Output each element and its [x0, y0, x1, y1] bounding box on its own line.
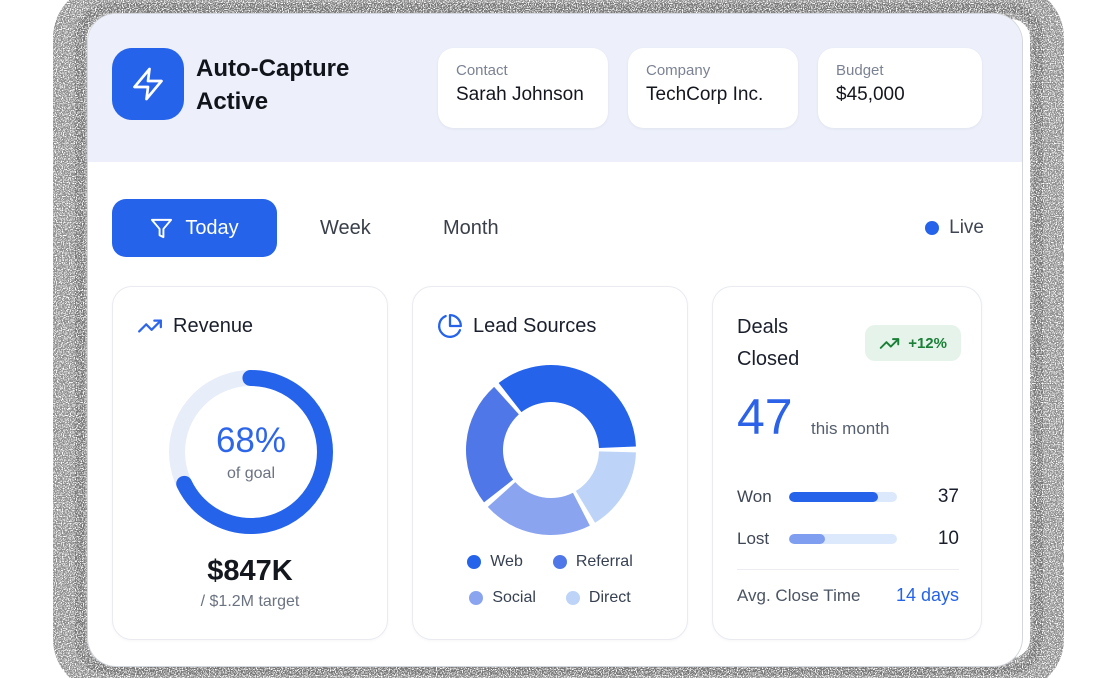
- won-bar-track: [789, 492, 897, 502]
- growth-badge: +12%: [865, 325, 961, 361]
- company-chip: Company TechCorp Inc.: [628, 48, 798, 128]
- lost-bar-fill: [789, 534, 825, 544]
- lead-sources-donut: [461, 360, 641, 540]
- won-row: Won 37: [737, 486, 959, 507]
- avg-close-time-value: 14 days: [895, 585, 959, 605]
- legend-dot-social: [469, 591, 484, 605]
- tab-today[interactable]: Today: [112, 199, 277, 257]
- donut-legend-row-1: Web Referral: [413, 553, 687, 571]
- legend-item-social: Social: [469, 589, 536, 607]
- dashboard-panel: Auto-Capture Active Contact Sarah Johnso…: [88, 14, 1022, 666]
- lost-bar-track: [789, 534, 897, 544]
- donut-legend-row-2: Social Direct: [413, 589, 687, 607]
- company-value: TechCorp Inc.: [646, 84, 764, 105]
- lead-sources-card: Lead Sources Web Referral Social Direct: [412, 286, 688, 640]
- revenue-percent: 68%: [215, 421, 287, 460]
- won-bar-fill: [789, 492, 878, 502]
- legend-label-direct: Direct: [588, 589, 631, 606]
- revenue-card-title: Revenue: [173, 314, 254, 337]
- revenue-percent-sub: of goal: [226, 465, 276, 482]
- won-label: Won: [737, 487, 772, 506]
- auto-capture-tile: [112, 48, 184, 120]
- trending-up-green-icon: [879, 333, 900, 354]
- deals-divider: [737, 569, 959, 570]
- deals-card-title: Deals Closed: [737, 316, 800, 370]
- contact-label: Contact: [456, 62, 508, 79]
- growth-badge-label: +12%: [908, 334, 947, 352]
- deals-footer: Avg. Close Time 14 days: [737, 585, 959, 606]
- lost-value: 10: [937, 528, 959, 549]
- lost-label: Lost: [737, 529, 770, 548]
- legend-dot-web: [467, 555, 482, 569]
- filter-icon: [150, 217, 173, 240]
- tab-week[interactable]: Week: [320, 199, 371, 257]
- live-dot-icon: [925, 221, 940, 235]
- contact-chip: Contact Sarah Johnson: [438, 48, 608, 128]
- header-band: Auto-Capture Active Contact Sarah Johnso…: [88, 14, 1022, 162]
- zap-icon: [130, 66, 166, 102]
- pie-chart-icon: [437, 313, 463, 339]
- revenue-target: / $1.2M target: [200, 593, 300, 610]
- legend-item-web: Web: [467, 553, 523, 571]
- live-label: Live: [949, 217, 984, 238]
- budget-value: $45,000: [836, 84, 905, 105]
- budget-chip: Budget $45,000: [818, 48, 982, 128]
- revenue-amount: $847K: [207, 555, 293, 587]
- legend-label-social: Social: [492, 589, 536, 606]
- lost-row: Lost 10: [737, 528, 959, 549]
- tab-today-label: Today: [185, 216, 239, 239]
- deals-closed-card: Deals Closed +12% 47 this month Won 37 L…: [712, 286, 982, 640]
- live-indicator: Live: [925, 199, 984, 257]
- legend-dot-referral: [552, 555, 567, 569]
- trending-up-icon: [137, 313, 163, 339]
- contact-value: Sarah Johnson: [456, 84, 584, 105]
- avg-close-time-label: Avg. Close Time: [737, 585, 861, 605]
- lead-sources-card-title: Lead Sources: [473, 314, 597, 337]
- budget-label: Budget: [836, 62, 884, 79]
- revenue-card: Revenue 68% of goal $847K / $1.2M target: [112, 286, 388, 640]
- company-label: Company: [646, 62, 711, 79]
- legend-label-referral: Referral: [575, 553, 633, 570]
- deals-count-suffix: this month: [811, 419, 890, 438]
- app-title: Auto-Capture Active: [196, 55, 350, 115]
- ring-center-text: 68% of goal: [161, 362, 341, 542]
- legend-item-direct: Direct: [565, 589, 631, 607]
- legend-label-web: Web: [490, 553, 523, 570]
- legend-dot-direct: [565, 591, 580, 605]
- legend-item-referral: Referral: [552, 553, 633, 571]
- tab-month[interactable]: Month: [443, 199, 499, 257]
- deals-count: 47: [737, 389, 793, 445]
- won-value: 37: [937, 486, 959, 507]
